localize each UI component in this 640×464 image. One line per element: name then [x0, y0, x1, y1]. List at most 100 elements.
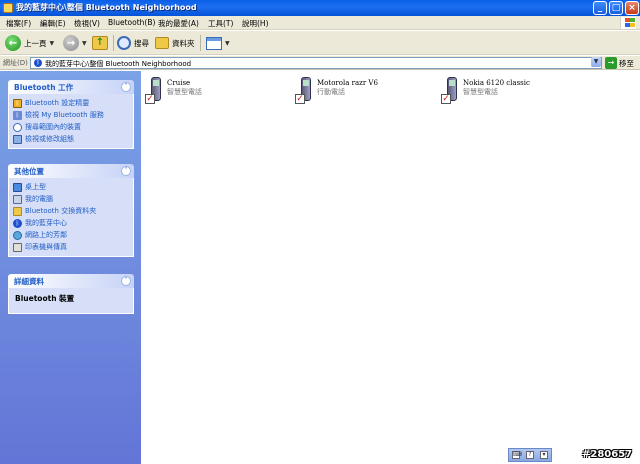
folders-button[interactable]: 資料夾	[155, 34, 195, 52]
menu-favorites[interactable]: 我的最愛(A)	[158, 18, 199, 29]
place-label: Bluetooth 交換資料夾	[25, 207, 97, 215]
go-label: 移至	[619, 58, 634, 68]
mobile-phone-icon: ✓	[295, 75, 313, 105]
folders-label: 資料夾	[172, 38, 195, 48]
bluetooth-icon: ᛒ	[13, 218, 22, 228]
task-label: 搜尋範圍內的裝置	[25, 123, 81, 131]
collapse-icon[interactable]: ˄	[121, 166, 131, 176]
my-computer-icon	[13, 194, 22, 204]
place-network[interactable]: 網路上的芳鄰	[13, 229, 129, 241]
chevron-down-icon: ▼	[82, 39, 87, 47]
task-view-services[interactable]: ᛒ 檢視 My Bluetooth 服務	[13, 109, 129, 121]
menu-help[interactable]: 說明(H)	[242, 18, 269, 29]
forward-button[interactable]: → ▼	[63, 34, 87, 52]
up-folder-icon: ↑	[92, 36, 108, 50]
paired-check-icon: ✓	[145, 94, 155, 104]
place-desktop[interactable]: 桌上型	[13, 181, 129, 193]
panel-header[interactable]: 詳細資料 ˄	[8, 274, 134, 288]
minimize-button[interactable]: _	[593, 1, 607, 15]
task-search-devices[interactable]: 搜尋範圍內的裝置	[13, 121, 129, 133]
panel-title: Bluetooth 工作	[14, 83, 74, 92]
panel-header[interactable]: 其他位置 ˄	[8, 164, 134, 178]
views-icon	[206, 36, 222, 50]
device-type: 行動電話	[317, 88, 345, 96]
watermark-text: #280657	[582, 449, 633, 460]
options-icon[interactable]: ▾	[540, 451, 548, 459]
menu-file[interactable]: 檔案(F)	[6, 18, 31, 29]
device-item-nokia[interactable]: ✓ Nokia 6120 classic 智慧型電話	[441, 75, 591, 107]
window-title: 我的藍芽中心\整個 Bluetooth Neighborhood	[16, 3, 197, 12]
address-dropdown-button[interactable]: ▼	[591, 57, 601, 67]
menu-edit[interactable]: 編輯(E)	[40, 18, 66, 29]
address-input[interactable]: ᛒ 我的藍芽中心\整個 Bluetooth Neighborhood	[30, 57, 602, 69]
maximize-button[interactable]: □	[609, 1, 623, 15]
wizard-icon: ᛒ	[13, 98, 22, 108]
paired-check-icon: ✓	[295, 94, 305, 104]
task-label: 檢視或修改組態	[25, 135, 74, 143]
place-label: 我的電腦	[25, 195, 53, 203]
language-bar-widget[interactable]: ⌨ ? ▾	[508, 448, 552, 462]
menu-tools[interactable]: 工具(T)	[208, 18, 233, 29]
collapse-icon[interactable]: ˄	[121, 82, 131, 92]
details-panel: 詳細資料 ˄ Bluetooth 裝置	[8, 274, 134, 314]
help-icon[interactable]: ?	[526, 451, 534, 459]
back-arrow-icon: ←	[5, 35, 21, 51]
forward-arrow-icon: →	[63, 35, 79, 51]
panel-header[interactable]: Bluetooth 工作 ˄	[8, 80, 134, 94]
smartphone-icon: ✓	[441, 75, 459, 105]
folder-icon	[3, 3, 13, 13]
search-label: 搜尋	[134, 38, 149, 48]
device-type: 智慧型電話	[167, 88, 202, 96]
place-label: 我的藍芽中心	[25, 219, 67, 227]
place-label: 桌上型	[25, 183, 46, 191]
address-bar: 網址(D) ᛒ 我的藍芽中心\整個 Bluetooth Neighborhood…	[0, 56, 640, 70]
task-config[interactable]: 檢視或修改組態	[13, 133, 129, 145]
device-item-cruise[interactable]: ✓ Cruise 智慧型電話	[145, 75, 295, 107]
address-value: 我的藍芽中心\整個 Bluetooth Neighborhood	[45, 60, 192, 68]
toolbar: ← 上一頁 ▼ → ▼ ↑ 搜尋 資料夾 ▼	[0, 31, 640, 55]
device-list: ✓ Cruise 智慧型電話 ✓ Motorola razr V6 行動電話 ✓…	[141, 71, 640, 464]
address-label: 網址(D)	[3, 59, 28, 67]
close-button[interactable]: ×	[625, 1, 639, 15]
folders-icon	[155, 37, 169, 49]
up-folder-button[interactable]: ↑	[92, 34, 108, 52]
go-button[interactable]: → 移至	[605, 57, 634, 69]
place-my-computer[interactable]: 我的電腦	[13, 193, 129, 205]
panel-title: 其他位置	[14, 167, 44, 176]
other-places-panel: 其他位置 ˄ 桌上型 我的電腦 Bluetooth 交換資料夾 ᛒ 我的藍芽中心	[8, 164, 134, 257]
collapse-icon[interactable]: ˄	[121, 276, 131, 286]
windows-logo-icon	[620, 17, 636, 29]
device-name: Nokia 6120 classic	[463, 79, 530, 87]
task-setup-wizard[interactable]: ᛒ Bluetooth 設定精靈	[13, 97, 129, 109]
device-item-motorola[interactable]: ✓ Motorola razr V6 行動電話	[295, 75, 445, 107]
task-label: 檢視 My Bluetooth 服務	[25, 111, 104, 119]
back-button[interactable]: ← 上一頁 ▼	[5, 34, 54, 52]
search-icon	[117, 36, 131, 50]
printer-icon	[13, 242, 22, 252]
place-bluetooth-center[interactable]: ᛒ 我的藍芽中心	[13, 217, 129, 229]
smartphone-icon: ✓	[145, 75, 163, 105]
place-exchange-folder[interactable]: Bluetooth 交換資料夾	[13, 205, 129, 217]
search-button[interactable]: 搜尋	[117, 34, 149, 52]
menu-view[interactable]: 檢視(V)	[74, 18, 100, 29]
network-icon	[13, 230, 22, 240]
menu-bar: 檔案(F) 編輯(E) 檢視(V) Bluetooth(B) 我的最愛(A) 工…	[0, 16, 640, 30]
chevron-down-icon: ▼	[49, 39, 55, 47]
device-type: 智慧型電話	[463, 88, 498, 96]
place-label: 網路上的芳鄰	[25, 231, 67, 239]
services-icon: ᛒ	[13, 110, 22, 120]
keyboard-icon[interactable]: ⌨	[512, 451, 522, 459]
menu-bluetooth[interactable]: Bluetooth(B)	[108, 18, 155, 27]
toolbar-divider	[200, 35, 201, 51]
panel-title: 詳細資料	[14, 277, 44, 286]
title-bar: 我的藍芽中心\整個 Bluetooth Neighborhood _ □ ×	[0, 0, 640, 16]
search-devices-icon	[13, 122, 22, 132]
bluetooth-tasks-panel: Bluetooth 工作 ˄ ᛒ Bluetooth 設定精靈 ᛒ 檢視 My …	[8, 80, 134, 149]
place-printers[interactable]: 印表機與傳真	[13, 241, 129, 253]
toolbar-divider	[113, 35, 114, 51]
bluetooth-icon: ᛒ	[34, 59, 42, 67]
views-button[interactable]: ▼	[206, 34, 230, 52]
place-label: 印表機與傳真	[25, 243, 67, 251]
details-value: Bluetooth 裝置	[15, 294, 75, 303]
back-label: 上一頁	[24, 38, 47, 48]
